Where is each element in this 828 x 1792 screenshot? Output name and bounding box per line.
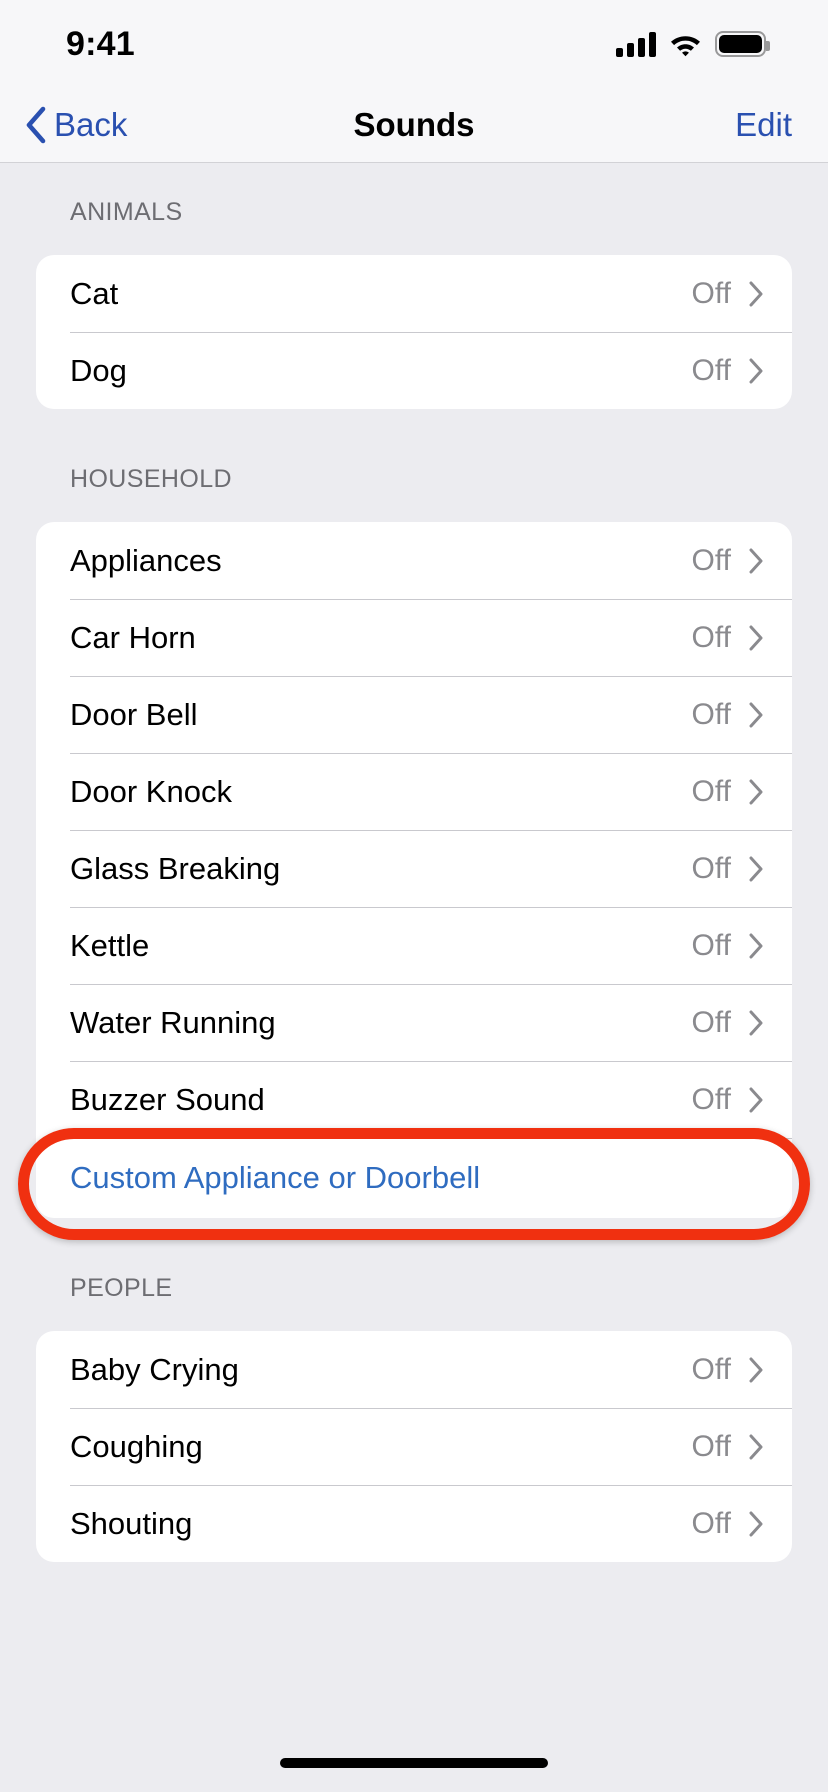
back-button-label: Back [54, 106, 128, 143]
list-item-accessory: Off [692, 277, 764, 311]
list-item-value: Off [691, 1082, 731, 1116]
list-item-label: Door Knock [70, 773, 232, 809]
list-item-value: Off [691, 697, 731, 731]
list-item-label: Coughing [70, 1428, 203, 1464]
custom-appliance-or-doorbell-button[interactable]: Custom Appliance or Doorbell [36, 1138, 792, 1218]
list-item-value: Off [691, 774, 731, 808]
chevron-right-icon [749, 358, 763, 383]
list-item-label: Glass Breaking [70, 850, 281, 886]
list-item-cat[interactable]: Cat Off [36, 255, 792, 332]
list-item-label: Custom Appliance or Doorbell [70, 1160, 481, 1195]
section-header-animals: ANIMALS [70, 198, 183, 226]
list-item-value: Off [691, 851, 731, 885]
list-item-accessory: Off [692, 621, 764, 655]
list-item-appliances[interactable]: Appliances Off [36, 522, 792, 599]
list-item-label: Buzzer Sound [70, 1081, 265, 1117]
status-bar: 9:41 [0, 0, 828, 88]
list-item-label: Water Running [70, 1004, 276, 1040]
list-item-label: Appliances [70, 542, 222, 578]
chevron-right-icon [749, 856, 763, 881]
chevron-right-icon [749, 933, 763, 958]
chevron-right-icon [749, 625, 763, 650]
list-item-accessory: Off [692, 1353, 764, 1387]
section-header-people: PEOPLE [70, 1274, 173, 1302]
sounds-settings-screen: 9:41 Back Sounds Edit ANIMALS Cat Off Do… [0, 0, 828, 1792]
list-item-value: Off [691, 1506, 731, 1540]
list-item-value: Off [691, 620, 731, 654]
list-item-accessory: Off [692, 1006, 764, 1040]
list-item-accessory: Off [692, 544, 764, 578]
section-card-people: Baby Crying Off Coughing Off Shouting Of… [36, 1331, 792, 1562]
list-item-accessory: Off [692, 698, 764, 732]
list-item-value: Off [691, 1352, 731, 1386]
list-item-label: Dog [70, 352, 127, 388]
list-item-door-knock[interactable]: Door Knock Off [36, 753, 792, 830]
list-item-accessory: Off [692, 929, 764, 963]
chevron-right-icon [749, 1434, 763, 1459]
list-item-value: Off [691, 276, 731, 310]
list-item-car-horn[interactable]: Car Horn Off [36, 599, 792, 676]
list-item-value: Off [691, 543, 731, 577]
list-item-accessory: Off [692, 1507, 764, 1541]
list-item-accessory: Off [692, 1083, 764, 1117]
wifi-icon [671, 35, 700, 56]
chevron-right-icon [749, 702, 763, 727]
list-item-shouting[interactable]: Shouting Off [36, 1485, 792, 1562]
list-item-label: Car Horn [70, 619, 196, 655]
settings-list[interactable]: ANIMALS Cat Off Dog Off HOUSEHOLD Applia… [0, 164, 828, 1792]
list-item-label: Shouting [70, 1505, 193, 1541]
battery-icon [715, 31, 770, 57]
list-item-label: Baby Crying [70, 1351, 239, 1387]
list-item-accessory: Off [692, 1430, 764, 1464]
list-item-baby-crying[interactable]: Baby Crying Off [36, 1331, 792, 1408]
chevron-right-icon [749, 1087, 763, 1112]
list-item-water-running[interactable]: Water Running Off [36, 984, 792, 1061]
edit-button[interactable]: Edit [735, 106, 792, 144]
chevron-right-icon [749, 1511, 763, 1536]
chevron-right-icon [749, 548, 763, 573]
list-item-glass-breaking[interactable]: Glass Breaking Off [36, 830, 792, 907]
list-item-label: Kettle [70, 927, 150, 963]
list-item-door-bell[interactable]: Door Bell Off [36, 676, 792, 753]
home-indicator [280, 1758, 548, 1768]
list-item-kettle[interactable]: Kettle Off [36, 907, 792, 984]
list-item-value: Off [691, 1429, 731, 1463]
navigation-bar: Back Sounds Edit [0, 88, 828, 163]
chevron-right-icon [749, 779, 763, 804]
chevron-left-icon [26, 106, 46, 144]
list-item-accessory: Off [692, 775, 764, 809]
list-item-value: Off [691, 353, 731, 387]
list-item-accessory: Off [692, 354, 764, 388]
list-item-value: Off [691, 928, 731, 962]
list-item-value: Off [691, 1005, 731, 1039]
list-item-label: Door Bell [70, 696, 198, 732]
status-bar-indicators [616, 31, 770, 57]
list-item-dog[interactable]: Dog Off [36, 332, 792, 409]
back-button[interactable]: Back [24, 106, 127, 144]
cellular-signal-icon [616, 31, 656, 57]
chevron-right-icon [749, 1010, 763, 1035]
section-header-household: HOUSEHOLD [70, 465, 232, 493]
list-item-label: Cat [70, 275, 119, 311]
status-bar-clock: 9:41 [66, 24, 135, 63]
chevron-right-icon [749, 281, 763, 306]
section-card-animals: Cat Off Dog Off [36, 255, 792, 409]
list-item-accessory: Off [692, 852, 764, 886]
list-item-buzzer-sound[interactable]: Buzzer Sound Off [36, 1061, 792, 1138]
list-item-coughing[interactable]: Coughing Off [36, 1408, 792, 1485]
section-card-household: Appliances Off Car Horn Off Door Bell Of… [36, 522, 792, 1218]
chevron-right-icon [749, 1357, 763, 1382]
